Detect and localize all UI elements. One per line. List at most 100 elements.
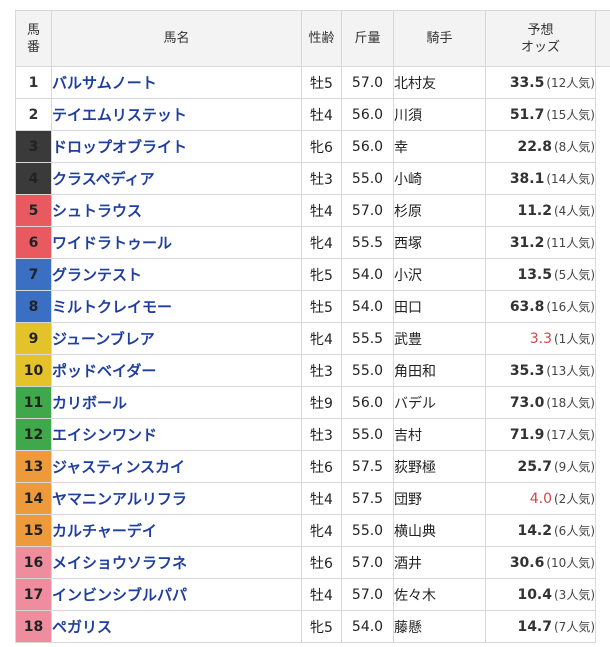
horse-name-link[interactable]: シュトラウス	[53, 202, 143, 220]
horse-name-link[interactable]: クラスペディア	[53, 170, 155, 188]
horse-name-cell: インビンシブルパパ	[51, 578, 302, 611]
horse-number: 15	[15, 514, 52, 547]
jockey-name: 杉原	[393, 194, 486, 227]
odds-value: 33.5	[509, 75, 545, 91]
popularity-rank: (12人気)	[546, 76, 595, 90]
odds-cell: 33.5 (12人気)	[485, 66, 596, 99]
horse-name-link[interactable]: ヤマニンアルリフラ	[53, 490, 187, 508]
popularity-rank: (1人気)	[554, 332, 595, 346]
header-number-line2: 番	[26, 39, 40, 55]
horse-name-link[interactable]: グランテスト	[53, 266, 143, 284]
header-sex-age: 性齢	[301, 10, 342, 67]
horse-number: 5	[15, 194, 52, 227]
horse-name-cell: ジャスティンスカイ	[51, 450, 302, 483]
sex-age: 牡3	[301, 162, 342, 195]
table-row: 14 ヤマニンアルリフラ 牡4 57.5 団野 4.0 (2人気)	[15, 482, 596, 515]
table-row: 1 バルサムノート 牡5 57.0 北村友 33.5 (12人気)	[15, 66, 596, 99]
odds-value: 38.1	[509, 171, 545, 187]
table-row: 13 ジャスティンスカイ 牡6 57.5 荻野極 25.7 (9人気)	[15, 450, 596, 483]
horse-name-link[interactable]: カリボール	[53, 394, 128, 412]
odds-value: 25.7	[517, 459, 552, 475]
popularity-rank: (3人気)	[554, 588, 595, 602]
odds-cell: 13.5 (5人気)	[485, 258, 596, 291]
popularity-rank: (15人気)	[546, 108, 595, 122]
odds-value: 51.7	[509, 107, 545, 123]
popularity-rank: (8人気)	[554, 140, 595, 154]
horse-name-link[interactable]: ミルトクレイモー	[53, 298, 173, 316]
jockey-name: 佐々木	[393, 578, 486, 611]
odds-cell: 63.8 (16人気)	[485, 290, 596, 323]
popularity-rank: (13人気)	[546, 364, 595, 378]
carried-weight: 57.0	[341, 578, 394, 611]
carried-weight: 56.0	[341, 130, 394, 163]
horse-name-cell: グランテスト	[51, 258, 302, 291]
horse-name-link[interactable]: テイエムリステット	[53, 106, 187, 124]
sex-age: 牡3	[301, 418, 342, 451]
horse-name-link[interactable]: ジャスティンスカイ	[53, 458, 186, 476]
jockey-name: 荻野極	[393, 450, 486, 483]
horse-name-cell: ポッドベイダー	[51, 354, 302, 387]
jockey-name: 角田和	[393, 354, 486, 387]
header-odds-line2: オッズ	[520, 39, 560, 55]
sex-age: 牡4	[301, 98, 342, 131]
table-row: 7 グランテスト 牝5 54.0 小沢 13.5 (5人気)	[15, 258, 596, 291]
carried-weight: 54.0	[341, 258, 394, 291]
popularity-rank: (10人気)	[546, 556, 595, 570]
sex-age: 牡6	[301, 546, 342, 579]
carried-weight: 57.5	[341, 482, 394, 515]
carried-weight: 56.0	[341, 98, 394, 131]
horse-number: 6	[15, 226, 52, 259]
odds-value: 14.7	[517, 619, 552, 635]
header-odds: 予想 オッズ	[485, 10, 596, 67]
horse-name-link[interactable]: ポッドベイダー	[53, 362, 157, 380]
odds-value: 31.2	[509, 235, 545, 251]
table-row: 6 ワイドラトゥール 牝4 55.5 西塚 31.2 (11人気)	[15, 226, 596, 259]
popularity-rank: (5人気)	[554, 268, 595, 282]
carried-weight: 55.0	[341, 354, 394, 387]
sex-age: 牡5	[301, 290, 342, 323]
horse-name-link[interactable]: バルサムノート	[53, 74, 157, 92]
carried-weight: 57.5	[341, 450, 394, 483]
horse-number: 8	[15, 290, 52, 323]
horse-name-link[interactable]: ペガリス	[53, 618, 113, 636]
horse-name-cell: ドロップオブライト	[51, 130, 302, 163]
header-jockey: 騎手	[393, 10, 486, 67]
horse-name-link[interactable]: ドロップオブライト	[53, 138, 188, 156]
odds-cell: 25.7 (9人気)	[485, 450, 596, 483]
sex-age: 牡5	[301, 66, 342, 99]
horse-name-link[interactable]: インビンシブルパパ	[53, 586, 188, 604]
horse-number: 2	[15, 98, 52, 131]
odds-value: 30.6	[509, 555, 545, 571]
sex-age: 牡3	[301, 354, 342, 387]
horse-name-cell: ヤマニンアルリフラ	[51, 482, 302, 515]
popularity-rank: (2人気)	[554, 492, 595, 506]
header-odds-line1: 予想	[527, 22, 554, 38]
entry-table: 馬 番 馬名 性齢 斤量 騎手 予想 オッズ 1 バルサムノート 牡5 57.0 北村友…	[15, 10, 596, 643]
odds-cell: 73.0 (18人気)	[485, 386, 596, 419]
carried-weight: 55.0	[341, 418, 394, 451]
odds-value: 22.8	[517, 139, 552, 155]
popularity-rank: (4人気)	[554, 204, 595, 218]
horse-name-link[interactable]: エイシンワンド	[53, 426, 158, 444]
sex-age: 牡9	[301, 386, 342, 419]
popularity-rank: (6人気)	[554, 524, 595, 538]
horse-number: 4	[15, 162, 52, 195]
horse-name-link[interactable]: ワイドラトゥール	[53, 234, 173, 252]
popularity-rank: (18人気)	[546, 396, 595, 410]
horse-name-link[interactable]: カルチャーデイ	[53, 522, 157, 540]
carried-weight: 54.0	[341, 290, 394, 323]
odds-value: 73.0	[509, 395, 545, 411]
odds-cell: 38.1 (14人気)	[485, 162, 596, 195]
sex-age: 牝4	[301, 226, 342, 259]
table-row: 2 テイエムリステット 牡4 56.0 川須 51.7 (15人気)	[15, 98, 596, 131]
horse-name-link[interactable]: メイショウソラフネ	[53, 554, 188, 572]
horse-name-link[interactable]: ジューンブレア	[53, 330, 155, 348]
horse-number: 3	[15, 130, 52, 163]
odds-value: 71.9	[509, 427, 545, 443]
sex-age: 牡4	[301, 578, 342, 611]
page: 馬 番 馬名 性齢 斤量 騎手 予想 オッズ 1 バルサムノート 牡5 57.0 北村友…	[0, 0, 610, 647]
odds-value: 3.3	[529, 331, 552, 347]
jockey-name: 川須	[393, 98, 486, 131]
horse-name-cell: テイエムリステット	[51, 98, 302, 131]
jockey-name: 小沢	[393, 258, 486, 291]
